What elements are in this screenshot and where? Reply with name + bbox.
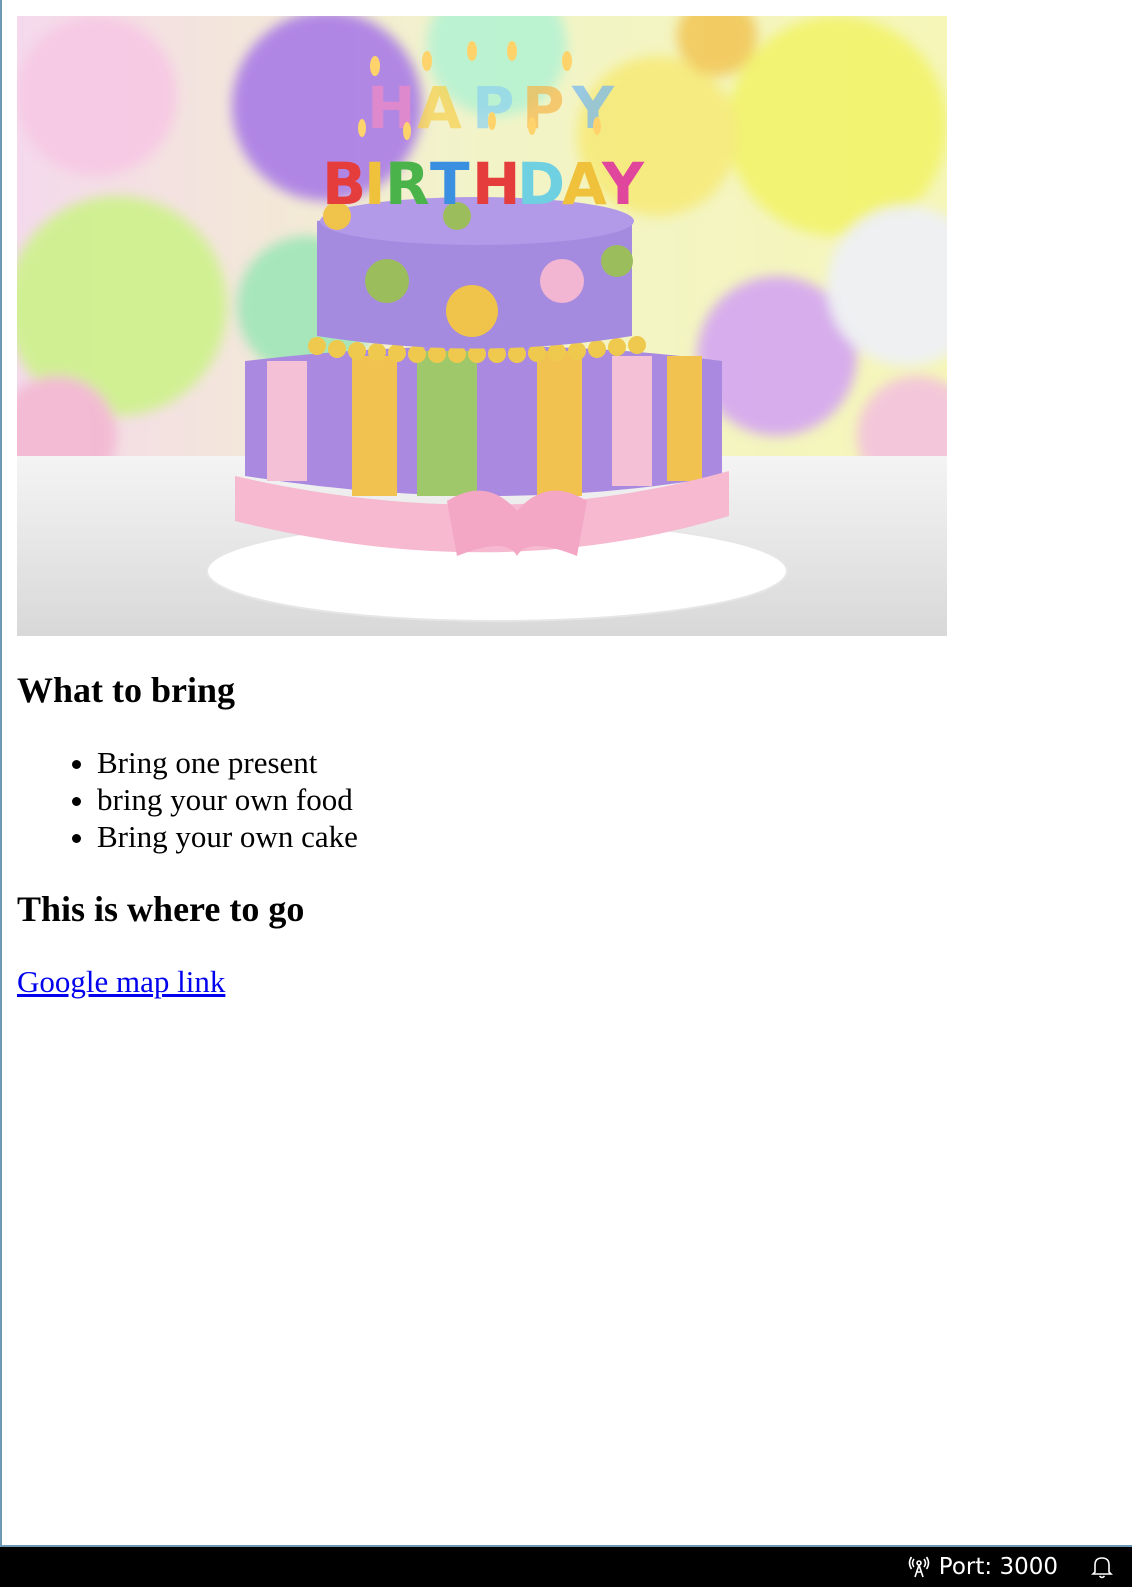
list-item: Bring one present: [97, 744, 1112, 781]
svg-text:Y: Y: [571, 74, 615, 142]
list-item: Bring your own cake: [97, 818, 1112, 855]
list-item: bring your own food: [97, 781, 1112, 818]
svg-text:P: P: [472, 74, 515, 142]
window-edge: [0, 0, 2, 1545]
what-to-bring-heading: What to bring: [17, 670, 236, 710]
svg-text:P: P: [522, 74, 565, 142]
svg-text:B: B: [322, 150, 366, 218]
svg-text:T: T: [430, 150, 470, 218]
where-to-go-heading: This is where to go: [17, 889, 305, 929]
bell-icon: [1091, 1557, 1113, 1579]
svg-text:R: R: [385, 150, 430, 218]
birthday-cake-image: H A P P Y B I R T H D A Y: [17, 16, 947, 636]
bring-list: Bring one present bring your own food Br…: [17, 744, 1112, 855]
port-status[interactable]: Port: 3000: [907, 1554, 1058, 1580]
svg-text:A: A: [417, 74, 462, 142]
google-map-link[interactable]: Google map link: [17, 963, 225, 1000]
svg-text:H: H: [472, 150, 521, 218]
svg-text:A: A: [562, 150, 607, 218]
port-label: Port: 3000: [938, 1554, 1058, 1580]
svg-text:I: I: [364, 150, 386, 218]
svg-text:Y: Y: [601, 150, 645, 218]
broadcast-icon: [908, 1556, 930, 1578]
status-bar: Port: 3000: [0, 1545, 1132, 1587]
svg-text:D: D: [517, 150, 565, 218]
notifications-button[interactable]: [1090, 1554, 1114, 1580]
page-content: H A P P Y B I R T H D A Y What to bring …: [17, 16, 1112, 1000]
